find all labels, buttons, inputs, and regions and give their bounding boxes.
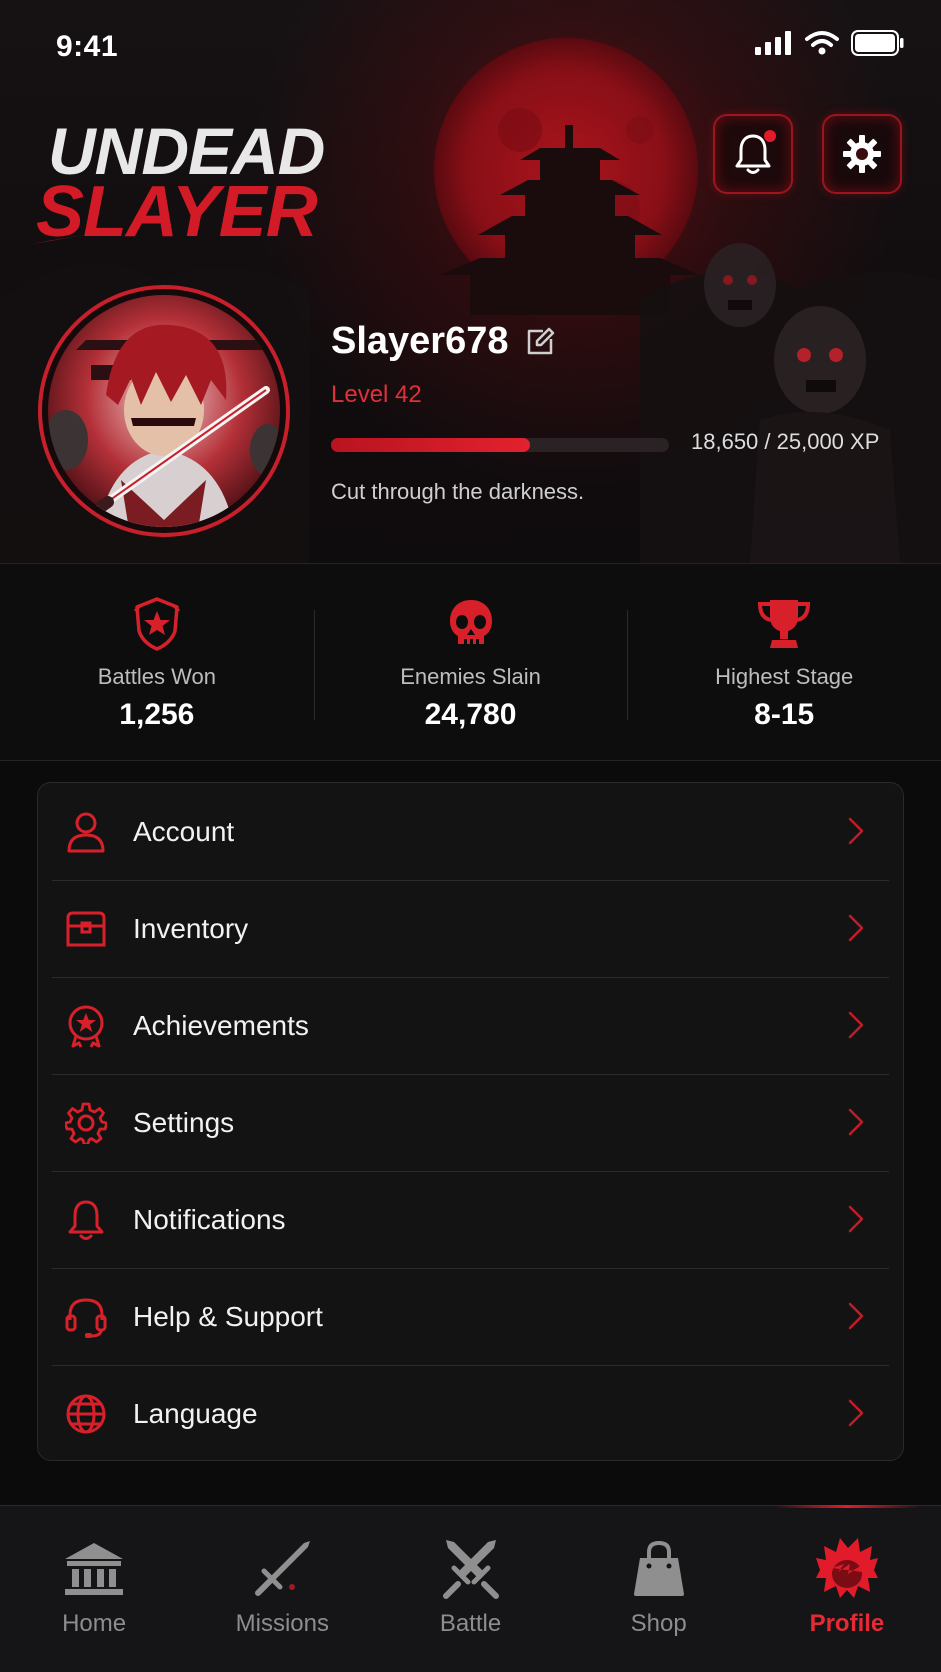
tab-label: Missions bbox=[235, 1610, 329, 1637]
tab-shop[interactable]: Shop bbox=[565, 1506, 753, 1672]
unread-dot bbox=[764, 130, 776, 142]
temple-icon bbox=[65, 1543, 124, 1595]
stat-enemies-slain: Enemies Slain 24,780 bbox=[313, 564, 628, 760]
tab-label: Profile bbox=[809, 1610, 885, 1637]
tab-missions[interactable]: Missions bbox=[188, 1506, 376, 1672]
bell-icon bbox=[68, 1200, 104, 1240]
status-bar: 9:41 bbox=[0, 0, 941, 96]
menu-item-settings[interactable]: Settings bbox=[38, 1074, 903, 1171]
chevron-right-icon bbox=[848, 817, 864, 845]
headset-icon bbox=[65, 1297, 107, 1338]
settings-button[interactable] bbox=[822, 114, 902, 194]
chest-icon bbox=[66, 911, 106, 946]
status-icons bbox=[755, 30, 905, 56]
xp-text: 18,650 / 25,000 XP bbox=[691, 429, 880, 454]
menu-item-language[interactable]: Language bbox=[38, 1365, 903, 1460]
stat-value: 24,780 bbox=[424, 698, 517, 731]
stat-label: Highest Stage bbox=[715, 664, 854, 689]
menu-label: Achievements bbox=[133, 1009, 309, 1041]
bottom-tab-bar: Home Missions Battle Shop Profile bbox=[0, 1505, 941, 1672]
badge-icon bbox=[68, 1005, 104, 1048]
username: Slayer678 bbox=[331, 320, 509, 362]
gear-icon bbox=[843, 135, 881, 173]
tab-battle[interactable]: Battle bbox=[376, 1506, 564, 1672]
notifications-button[interactable] bbox=[713, 114, 793, 194]
tab-home[interactable]: Home bbox=[0, 1506, 188, 1672]
bag-icon bbox=[633, 1540, 684, 1596]
profile-hero: 9:41 UNDEAD SLAYER Slayer678 Level 42 18… bbox=[0, 0, 941, 563]
trophy-icon bbox=[758, 600, 811, 648]
menu-label: Help & Support bbox=[133, 1300, 323, 1332]
signal-icon bbox=[755, 31, 791, 55]
xp-progress-bar bbox=[331, 438, 669, 452]
profile-info: Slayer678 Level 42 18,650 / 25,000 XP Cu… bbox=[331, 320, 911, 505]
stats-panel: Battles Won 1,256 Enemies Slain 24,780 H… bbox=[0, 563, 941, 761]
stat-label: Enemies Slain bbox=[400, 664, 541, 689]
battery-icon bbox=[851, 30, 904, 56]
chevron-right-icon bbox=[848, 1108, 864, 1136]
profile-motto: Cut through the darkness. bbox=[331, 479, 585, 504]
menu-item-achievements[interactable]: Achievements bbox=[38, 977, 903, 1074]
level-label: Level 42 bbox=[331, 381, 422, 408]
gear-icon bbox=[65, 1102, 107, 1144]
edit-icon[interactable] bbox=[525, 327, 555, 357]
menu-item-inventory[interactable]: Inventory bbox=[38, 880, 903, 977]
chevron-right-icon bbox=[848, 1011, 864, 1039]
menu-label: Inventory bbox=[133, 912, 249, 944]
user-icon bbox=[67, 812, 105, 852]
shield-star-icon bbox=[133, 597, 180, 651]
crossed-swords-icon bbox=[442, 1540, 499, 1599]
menu-label: Account bbox=[133, 815, 235, 847]
tab-profile[interactable]: Profile bbox=[753, 1505, 941, 1672]
menu-label: Notifications bbox=[133, 1203, 286, 1235]
stat-highest-stage: Highest Stage 8-15 bbox=[627, 564, 941, 760]
tab-label: Battle bbox=[439, 1610, 502, 1637]
chevron-right-icon bbox=[848, 914, 864, 942]
svg-text:SLAYER: SLAYER bbox=[36, 172, 318, 252]
menu-label: Settings bbox=[133, 1106, 235, 1138]
chevron-right-icon bbox=[848, 1302, 864, 1330]
status-time: 9:41 bbox=[56, 30, 119, 63]
stat-label: Battles Won bbox=[97, 664, 216, 689]
stat-battles-won: Battles Won 1,256 bbox=[0, 564, 314, 760]
sword-icon bbox=[255, 1541, 311, 1596]
avatar[interactable] bbox=[36, 280, 292, 542]
skull-icon bbox=[449, 600, 492, 646]
game-logo: UNDEAD SLAYER bbox=[30, 114, 325, 252]
stat-value: 1,256 bbox=[119, 698, 195, 731]
xp-progress-fill bbox=[331, 438, 531, 452]
username-row: Slayer678 bbox=[331, 320, 911, 363]
globe-icon bbox=[66, 1394, 106, 1433]
menu-item-notifications[interactable]: Notifications bbox=[38, 1171, 903, 1268]
tab-label: Home bbox=[62, 1610, 127, 1637]
chevron-right-icon bbox=[848, 1205, 864, 1233]
menu-item-account[interactable]: Account bbox=[38, 783, 903, 880]
stat-value: 8-15 bbox=[754, 698, 815, 731]
tab-label: Shop bbox=[630, 1610, 687, 1637]
chevron-right-icon bbox=[848, 1399, 864, 1427]
xp-row: 18,650 / 25,000 XP bbox=[331, 429, 911, 459]
wifi-icon bbox=[805, 31, 839, 55]
menu-item-help-support[interactable]: Help & Support bbox=[38, 1268, 903, 1365]
menu-label: Language bbox=[133, 1397, 258, 1429]
profile-menu: Account Inventory Achievements Settings … bbox=[37, 782, 904, 1461]
hero-head-icon bbox=[815, 1538, 878, 1598]
